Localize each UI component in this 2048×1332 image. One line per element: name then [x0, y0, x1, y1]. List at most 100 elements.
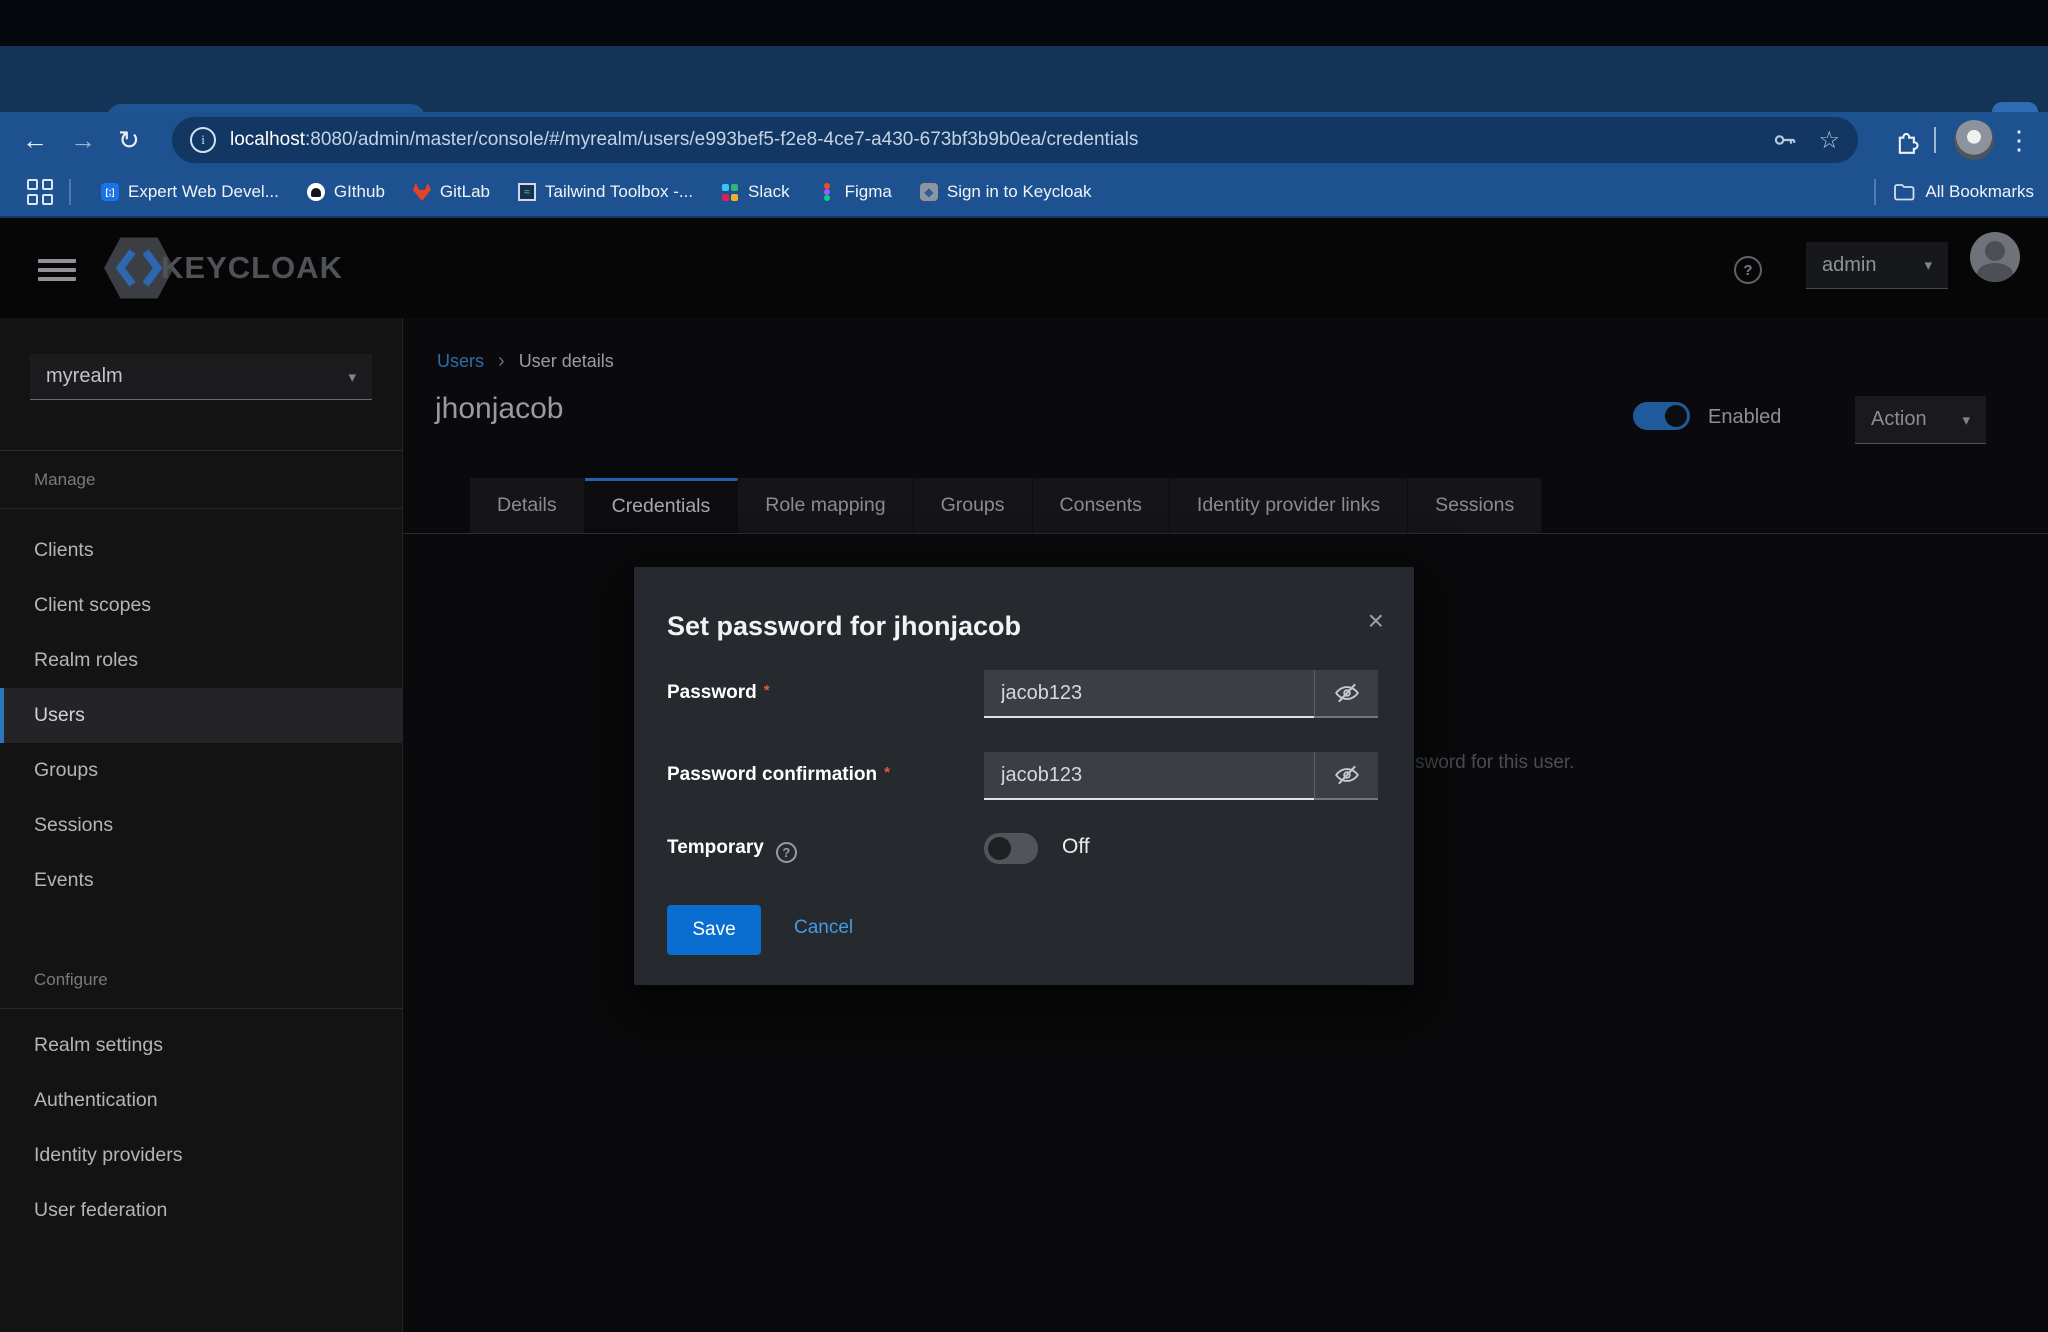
- tab-groups[interactable]: Groups: [914, 478, 1033, 533]
- save-button[interactable]: Save: [667, 905, 761, 955]
- keycloak-bookmark-icon: ◆: [920, 183, 938, 201]
- bookmark-label: GIthub: [334, 182, 385, 202]
- apps-grid-icon[interactable]: [27, 179, 53, 205]
- bookmark-star-icon[interactable]: ☆: [1818, 126, 1840, 155]
- toggle-password-visibility-button[interactable]: [1314, 670, 1378, 718]
- sidebar-item-authentication[interactable]: Authentication: [0, 1073, 403, 1128]
- sidebar-item-user-federation[interactable]: User federation: [0, 1183, 403, 1238]
- url-host: localhost: [230, 129, 305, 150]
- required-asterisk: *: [884, 764, 890, 781]
- modal-close-icon[interactable]: ×: [1368, 607, 1384, 635]
- breadcrumb-chevron-icon: ›: [498, 350, 505, 373]
- reload-button[interactable]: ↻: [118, 127, 140, 153]
- toggle-password-visibility-button[interactable]: [1314, 752, 1378, 800]
- browser-tab-strip: ◆ Keycloak Administration Cons × +: [0, 46, 2048, 112]
- password-confirmation-label: Password confirmation*: [667, 764, 890, 786]
- breadcrumb-current: User details: [519, 351, 614, 372]
- configure-nav: Realm settings Authentication Identity p…: [0, 1018, 403, 1238]
- browser-menu-icon[interactable]: ⋮: [2006, 125, 2032, 156]
- window-titlebar: [0, 0, 2048, 46]
- bookmark-gitlab[interactable]: GitLab: [413, 182, 490, 202]
- bookmarks-bar: [;] Expert Web Devel... GIthub GitLab ≈ …: [0, 168, 2048, 218]
- bookmark-label: Figma: [845, 182, 892, 202]
- screen: ◆ Keycloak Administration Cons × + ← → ↻…: [0, 0, 2048, 1332]
- temporary-label: Temporary?: [667, 837, 797, 863]
- bookmark-label: Tailwind Toolbox -...: [545, 182, 693, 202]
- temporary-toggle[interactable]: [984, 833, 1038, 864]
- bookmark-github[interactable]: GIthub: [307, 182, 385, 202]
- sidebar-item-groups[interactable]: Groups: [0, 743, 403, 798]
- all-bookmarks-label[interactable]: All Bookmarks: [1925, 182, 2034, 202]
- password-confirmation-input[interactable]: [984, 752, 1314, 800]
- caret-down-icon: ▾: [1924, 256, 1932, 274]
- sidebar-rule: [0, 508, 403, 509]
- sidebar-item-client-scopes[interactable]: Client scopes: [0, 578, 403, 633]
- manage-nav: Clients Client scopes Realm roles Users …: [0, 523, 403, 908]
- empty-state-text-partial: sword for this user.: [1415, 752, 1574, 774]
- sidebar-item-realm-settings[interactable]: Realm settings: [0, 1018, 403, 1073]
- password-field: [984, 670, 1378, 718]
- manage-section-label: Manage: [34, 470, 95, 490]
- tab-details[interactable]: Details: [470, 478, 585, 533]
- sidebar-rule: [0, 1008, 403, 1009]
- extensions-icon[interactable]: [1894, 126, 1922, 154]
- url-path: :8080/admin/master/console/#/myrealm/use…: [305, 129, 1138, 150]
- tab-consents[interactable]: Consents: [1033, 478, 1170, 533]
- url-text[interactable]: localhost:8080/admin/master/console/#/my…: [230, 129, 1772, 151]
- tab-sessions[interactable]: Sessions: [1408, 478, 1542, 533]
- figma-icon: [818, 183, 836, 201]
- sidebar-item-realm-roles[interactable]: Realm roles: [0, 633, 403, 688]
- password-manager-key-icon[interactable]: [1772, 127, 1798, 153]
- breadcrumb-users-link[interactable]: Users: [437, 351, 484, 372]
- sidebar-divider: [0, 450, 403, 451]
- nav-toggle-hamburger-icon[interactable]: [38, 254, 76, 286]
- eye-slash-icon: [1334, 680, 1360, 706]
- tab-credentials[interactable]: Credentials: [585, 478, 739, 533]
- keycloak-logo[interactable]: KEYCLOAK: [103, 236, 343, 300]
- action-dropdown[interactable]: Action ▾: [1855, 396, 1986, 444]
- password-input[interactable]: [984, 670, 1314, 718]
- tab-role-mapping[interactable]: Role mapping: [738, 478, 913, 533]
- bookmarks-separator: [69, 179, 71, 205]
- password-label: Password*: [667, 682, 770, 704]
- bookmark-figma[interactable]: Figma: [818, 182, 892, 202]
- realm-selector[interactable]: myrealm ▾: [30, 354, 372, 400]
- realm-name: myrealm: [46, 365, 123, 388]
- page-title: jhonjacob: [435, 392, 563, 426]
- expert-web-icon: [;]: [101, 183, 119, 201]
- help-question-icon[interactable]: ?: [776, 842, 797, 863]
- sidebar-item-events[interactable]: Events: [0, 853, 403, 908]
- help-icon[interactable]: ?: [1734, 256, 1762, 284]
- user-avatar[interactable]: [1970, 232, 2020, 282]
- browser-profile-avatar[interactable]: [1954, 120, 1994, 160]
- toggle-knob: [1665, 405, 1687, 427]
- set-password-modal: Set password for jhonjacob × Password* P…: [634, 567, 1414, 985]
- bookmark-keycloak-signin[interactable]: ◆ Sign in to Keycloak: [920, 182, 1092, 202]
- url-bar[interactable]: i localhost:8080/admin/master/console/#/…: [172, 117, 1858, 163]
- tailwind-toolbox-icon: ≈: [518, 183, 536, 201]
- bookmark-tailwind[interactable]: ≈ Tailwind Toolbox -...: [518, 182, 693, 202]
- back-button[interactable]: ←: [22, 127, 48, 153]
- tab-identity-provider-links[interactable]: Identity provider links: [1170, 478, 1408, 533]
- eye-slash-icon: [1334, 762, 1360, 788]
- password-confirmation-field: [984, 752, 1378, 800]
- forward-button[interactable]: →: [70, 127, 96, 153]
- enabled-label: Enabled: [1708, 406, 1781, 429]
- sidebar-item-clients[interactable]: Clients: [0, 523, 403, 578]
- cancel-button[interactable]: Cancel: [794, 917, 853, 939]
- folder-icon: [1892, 180, 1916, 204]
- site-info-icon[interactable]: i: [190, 127, 216, 153]
- bookmark-slack[interactable]: Slack: [721, 182, 790, 202]
- enabled-toggle[interactable]: [1633, 402, 1690, 430]
- gitlab-icon: [413, 183, 431, 201]
- sidebar-item-sessions[interactable]: Sessions: [0, 798, 403, 853]
- bookmark-label: Expert Web Devel...: [128, 182, 279, 202]
- bookmark-expert-web[interactable]: [;] Expert Web Devel...: [101, 182, 279, 202]
- admin-user-dropdown[interactable]: admin ▾: [1806, 242, 1948, 289]
- sidebar-item-users[interactable]: Users: [0, 688, 403, 743]
- caret-down-icon: ▾: [1962, 411, 1970, 429]
- temporary-state-label: Off: [1062, 835, 1090, 859]
- bookmark-label: Sign in to Keycloak: [947, 182, 1092, 202]
- sidebar-item-identity-providers[interactable]: Identity providers: [0, 1128, 403, 1183]
- brand-text: KEYCLOAK: [161, 250, 343, 286]
